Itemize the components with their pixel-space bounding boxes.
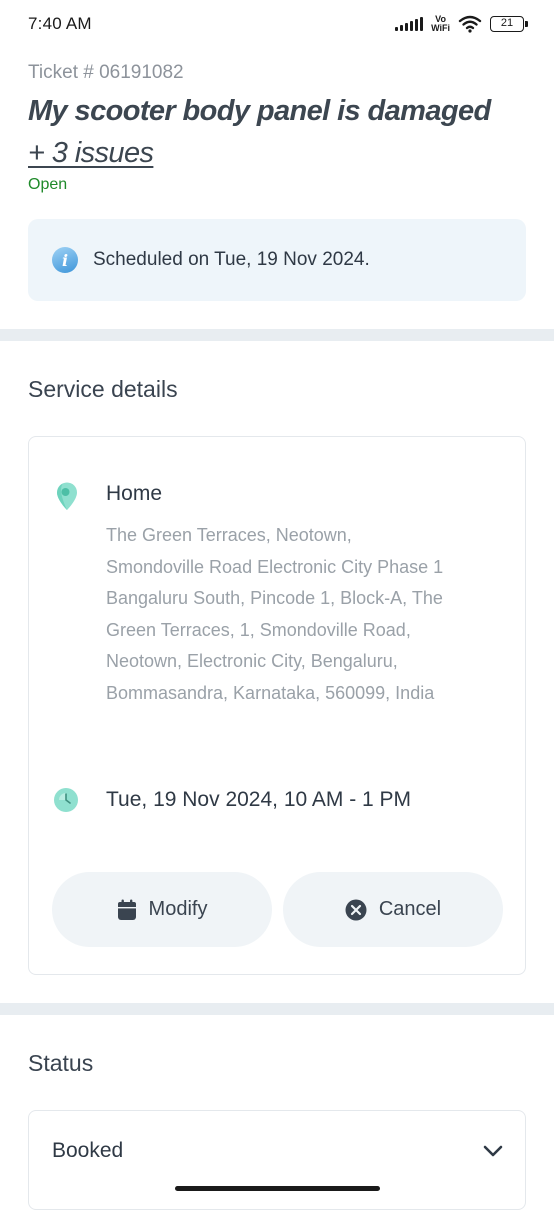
cancel-circle-icon bbox=[345, 899, 367, 920]
modify-button[interactable]: Modify bbox=[52, 872, 272, 947]
location-name: Home bbox=[106, 482, 163, 505]
home-indicator[interactable] bbox=[175, 1186, 380, 1191]
calendar-icon bbox=[117, 899, 136, 920]
clock-icon bbox=[54, 788, 78, 812]
ticket-status: Open bbox=[28, 176, 68, 193]
status-accordion[interactable]: Booked bbox=[29, 1111, 527, 1191]
vowifi-icon: Vo WiFi bbox=[431, 15, 450, 33]
issue-title-text: My scooter body panel is damaged bbox=[28, 95, 491, 127]
schedule-notice-text: Scheduled on Tue, 19 Nov 2024. bbox=[93, 249, 370, 270]
more-issues-link[interactable]: + 3 issues bbox=[28, 137, 154, 169]
service-details-heading: Service details bbox=[28, 376, 178, 402]
service-address: The Green Terraces, Neotown, Smondoville… bbox=[106, 525, 444, 703]
cancel-button[interactable]: Cancel bbox=[283, 872, 503, 947]
status-heading: Status bbox=[28, 1050, 94, 1076]
modify-button-label: Modify bbox=[148, 898, 208, 920]
status-current: Booked bbox=[52, 1139, 124, 1162]
status-time: 7:40 AM bbox=[28, 14, 92, 33]
status-bar: 7:40 AM Vo WiFi 21 bbox=[0, 0, 554, 48]
service-details-card: Home The Green Terraces, Neotown, Smondo… bbox=[28, 436, 526, 975]
chevron-down-icon bbox=[483, 1145, 503, 1157]
map-pin-icon bbox=[57, 482, 77, 510]
battery-icon: 21 bbox=[490, 16, 528, 32]
vowifi-label-bottom: WiFi bbox=[431, 23, 450, 33]
section-divider bbox=[0, 329, 554, 341]
info-icon: i bbox=[52, 247, 78, 273]
status-card: Booked bbox=[28, 1110, 526, 1210]
wifi-icon bbox=[458, 15, 482, 33]
cancel-button-label: Cancel bbox=[378, 898, 442, 920]
ticket-number: Ticket # 06191082 bbox=[28, 62, 184, 83]
signal-icon bbox=[395, 17, 424, 31]
issue-title: My scooter body panel is damaged + 3 iss… bbox=[28, 90, 538, 174]
schedule-notice: i Scheduled on Tue, 19 Nov 2024. bbox=[28, 219, 526, 301]
service-slot: Tue, 19 Nov 2024, 10 AM - 1 PM bbox=[106, 788, 412, 811]
section-divider bbox=[0, 1003, 554, 1015]
status-icons: Vo WiFi 21 bbox=[395, 15, 528, 33]
